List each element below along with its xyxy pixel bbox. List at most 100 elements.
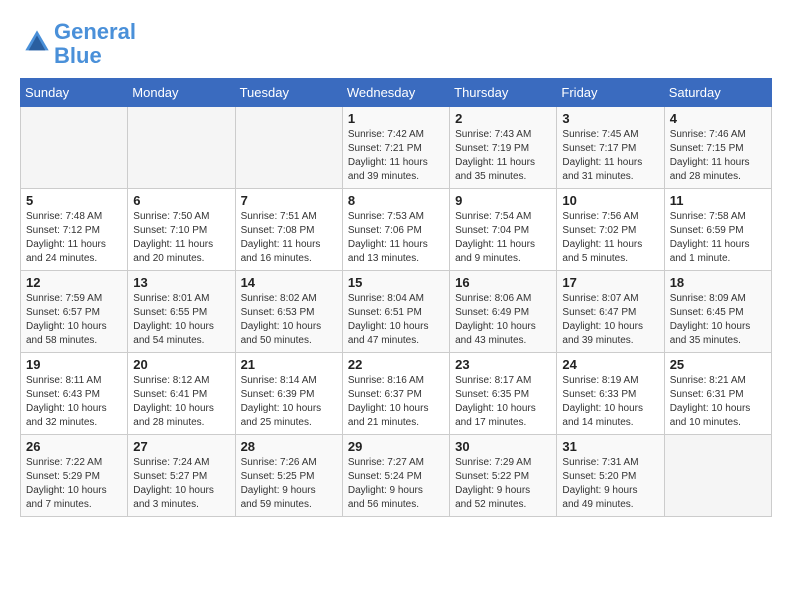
calendar-cell: 11 Sunrise: 7:58 AM Sunset: 6:59 PM Dayli… [664,189,771,271]
day-number: 20 [133,357,229,372]
day-number: 16 [455,275,551,290]
calendar-cell [664,435,771,517]
day-number: 19 [26,357,122,372]
day-info: Sunrise: 8:19 AM Sunset: 6:33 PM Dayligh… [562,374,658,430]
page-header: General Blue [20,20,772,68]
calendar-cell: 21Sunrise: 8:14 AM Sunset: 6:39 PM Dayli… [235,353,342,435]
header-day-friday: Friday [557,79,664,107]
day-info: Sunrise: 7:53 AM Sunset: 7:06 PM Dayligh… [348,210,444,266]
day-info: Sunrise: 7:27 AM Sunset: 5:24 PM Dayligh… [348,456,444,512]
day-info: Sunrise: 7:46 AM Sunset: 7:15 PM Dayligh… [670,128,766,184]
day-info: Sunrise: 8:04 AM Sunset: 6:51 PM Dayligh… [348,292,444,348]
week-row-0: 1 Sunrise: 7:42 AM Sunset: 7:21 PM Daylig… [21,107,772,189]
calendar-cell: 19 Sunrise: 8:11 AM Sunset: 6:43 PM Dayli… [21,353,128,435]
logo-text: General Blue [54,20,136,68]
calendar-cell: 14Sunrise: 8:02 AM Sunset: 6:53 PM Dayli… [235,271,342,353]
day-info: Sunrise: 7:26 AM Sunset: 5:25 PM Dayligh… [241,456,337,512]
week-row-4: 26 Sunrise: 7:22 AM Sunset: 5:29 PM Dayli… [21,435,772,517]
day-number: 14 [241,275,337,290]
day-number: 15 [348,275,444,290]
logo: General Blue [20,20,136,68]
day-number: 1 [348,111,444,126]
day-number: 26 [26,439,122,454]
calendar-cell: 10Sunrise: 7:56 AM Sunset: 7:02 PM Dayli… [557,189,664,271]
day-info: Sunrise: 8:14 AM Sunset: 6:39 PM Dayligh… [241,374,337,430]
day-number: 10 [562,193,658,208]
day-number: 6 [133,193,229,208]
day-info: Sunrise: 7:22 AM Sunset: 5:29 PM Dayligh… [26,456,122,512]
calendar-cell: 31 Sunrise: 7:31 AM Sunset: 5:20 PM Dayli… [557,435,664,517]
day-number: 11 [670,193,766,208]
header-day-sunday: Sunday [21,79,128,107]
header-day-monday: Monday [128,79,235,107]
day-number: 27 [133,439,229,454]
day-info: Sunrise: 7:29 AM Sunset: 5:22 PM Dayligh… [455,456,551,512]
day-info: Sunrise: 8:12 AM Sunset: 6:41 PM Dayligh… [133,374,229,430]
calendar-cell [21,107,128,189]
calendar-cell: 12 Sunrise: 7:59 AM Sunset: 6:57 PM Dayli… [21,271,128,353]
day-number: 3 [562,111,658,126]
calendar-cell: 3 Sunrise: 7:45 AM Sunset: 7:17 PM Daylig… [557,107,664,189]
day-number: 9 [455,193,551,208]
calendar-cell: 22 Sunrise: 8:16 AM Sunset: 6:37 PM Dayli… [342,353,449,435]
calendar-table: SundayMondayTuesdayWednesdayThursdayFrid… [20,78,772,517]
calendar-cell: 2 Sunrise: 7:43 AM Sunset: 7:19 PM Daylig… [450,107,557,189]
day-info: Sunrise: 7:58 AM Sunset: 6:59 PM Dayligh… [670,210,766,266]
day-number: 8 [348,193,444,208]
day-number: 30 [455,439,551,454]
day-info: Sunrise: 8:21 AM Sunset: 6:31 PM Dayligh… [670,374,766,430]
calendar-body: 1 Sunrise: 7:42 AM Sunset: 7:21 PM Daylig… [21,107,772,517]
day-info: Sunrise: 8:09 AM Sunset: 6:45 PM Dayligh… [670,292,766,348]
calendar-cell: 17Sunrise: 8:07 AM Sunset: 6:47 PM Dayli… [557,271,664,353]
calendar-cell: 1 Sunrise: 7:42 AM Sunset: 7:21 PM Daylig… [342,107,449,189]
calendar-cell: 25 Sunrise: 8:21 AM Sunset: 6:31 PM Dayli… [664,353,771,435]
week-row-3: 19 Sunrise: 8:11 AM Sunset: 6:43 PM Dayli… [21,353,772,435]
day-number: 17 [562,275,658,290]
calendar-cell: 5Sunrise: 7:48 AM Sunset: 7:12 PM Daylig… [21,189,128,271]
week-row-2: 12 Sunrise: 7:59 AM Sunset: 6:57 PM Dayli… [21,271,772,353]
calendar-cell: 29 Sunrise: 7:27 AM Sunset: 5:24 PM Dayli… [342,435,449,517]
calendar-cell [128,107,235,189]
day-info: Sunrise: 7:59 AM Sunset: 6:57 PM Dayligh… [26,292,122,348]
logo-icon [22,27,52,57]
header-row: SundayMondayTuesdayWednesdayThursdayFrid… [21,79,772,107]
day-info: Sunrise: 8:06 AM Sunset: 6:49 PM Dayligh… [455,292,551,348]
day-number: 24 [562,357,658,372]
day-info: Sunrise: 7:43 AM Sunset: 7:19 PM Dayligh… [455,128,551,184]
day-number: 13 [133,275,229,290]
day-info: Sunrise: 7:24 AM Sunset: 5:27 PM Dayligh… [133,456,229,512]
calendar-cell: 9Sunrise: 7:54 AM Sunset: 7:04 PM Daylig… [450,189,557,271]
header-day-thursday: Thursday [450,79,557,107]
day-info: Sunrise: 7:48 AM Sunset: 7:12 PM Dayligh… [26,210,122,266]
calendar-cell [235,107,342,189]
header-day-wednesday: Wednesday [342,79,449,107]
day-number: 29 [348,439,444,454]
day-info: Sunrise: 8:01 AM Sunset: 6:55 PM Dayligh… [133,292,229,348]
day-number: 12 [26,275,122,290]
day-number: 22 [348,357,444,372]
day-info: Sunrise: 8:17 AM Sunset: 6:35 PM Dayligh… [455,374,551,430]
calendar-cell: 16 Sunrise: 8:06 AM Sunset: 6:49 PM Dayli… [450,271,557,353]
calendar-cell: 24 Sunrise: 8:19 AM Sunset: 6:33 PM Dayli… [557,353,664,435]
calendar-cell: 8 Sunrise: 7:53 AM Sunset: 7:06 PM Daylig… [342,189,449,271]
calendar-cell: 28Sunrise: 7:26 AM Sunset: 5:25 PM Dayli… [235,435,342,517]
day-number: 25 [670,357,766,372]
calendar-cell: 7Sunrise: 7:51 AM Sunset: 7:08 PM Daylig… [235,189,342,271]
calendar-cell: 15 Sunrise: 8:04 AM Sunset: 6:51 PM Dayli… [342,271,449,353]
day-number: 4 [670,111,766,126]
calendar-cell: 18Sunrise: 8:09 AM Sunset: 6:45 PM Dayli… [664,271,771,353]
day-info: Sunrise: 8:11 AM Sunset: 6:43 PM Dayligh… [26,374,122,430]
day-number: 2 [455,111,551,126]
calendar-header: SundayMondayTuesdayWednesdayThursdayFrid… [21,79,772,107]
day-info: Sunrise: 7:50 AM Sunset: 7:10 PM Dayligh… [133,210,229,266]
day-info: Sunrise: 7:31 AM Sunset: 5:20 PM Dayligh… [562,456,658,512]
calendar-cell: 20 Sunrise: 8:12 AM Sunset: 6:41 PM Dayli… [128,353,235,435]
day-info: Sunrise: 8:16 AM Sunset: 6:37 PM Dayligh… [348,374,444,430]
header-day-tuesday: Tuesday [235,79,342,107]
calendar-cell: 13 Sunrise: 8:01 AM Sunset: 6:55 PM Dayli… [128,271,235,353]
day-info: Sunrise: 7:51 AM Sunset: 7:08 PM Dayligh… [241,210,337,266]
day-number: 23 [455,357,551,372]
day-info: Sunrise: 7:42 AM Sunset: 7:21 PM Dayligh… [348,128,444,184]
day-number: 31 [562,439,658,454]
day-info: Sunrise: 7:45 AM Sunset: 7:17 PM Dayligh… [562,128,658,184]
